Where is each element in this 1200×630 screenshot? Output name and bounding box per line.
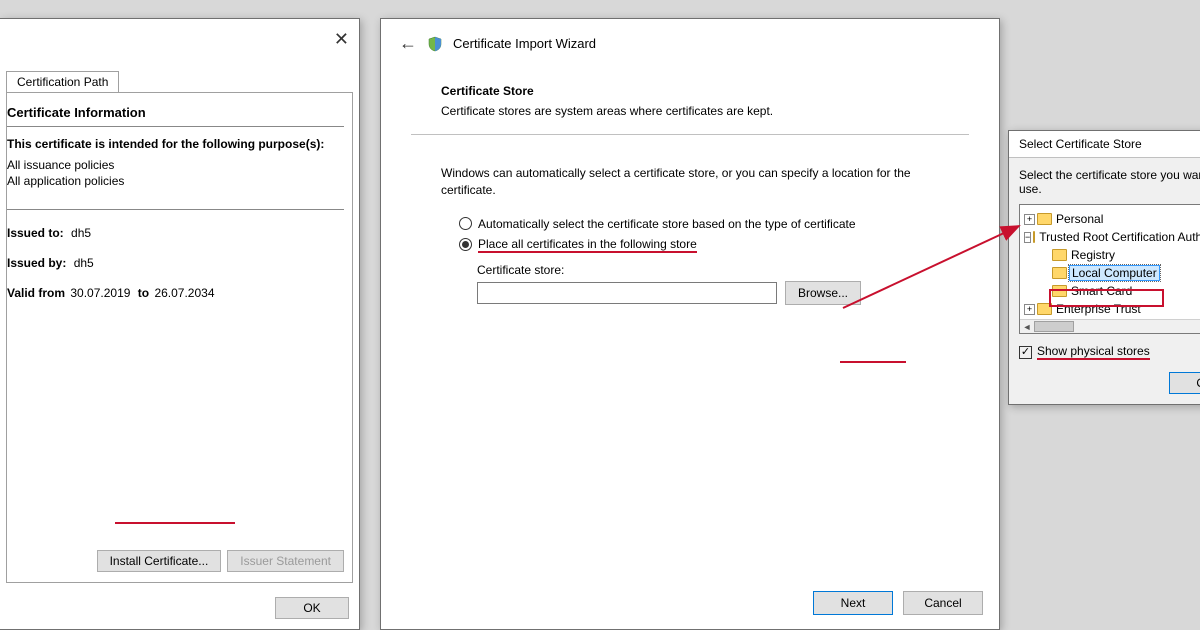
tree-item-local-computer[interactable]: Local Computer [1024, 264, 1200, 282]
certificate-body: Certificate Information This certificate… [6, 93, 353, 583]
purpose-item: All issuance policies [7, 157, 344, 173]
radio-auto-label: Automatically select the certificate sto… [478, 217, 856, 231]
collapse-icon[interactable]: − [1024, 232, 1031, 243]
issuer-statement-button: Issuer Statement [227, 550, 344, 572]
tree-label: Personal [1054, 212, 1105, 226]
issued-by-value: dh5 [74, 256, 94, 270]
tab-certification-path[interactable]: Certification Path [6, 71, 119, 92]
certificate-store-input[interactable] [477, 282, 777, 304]
radio-auto-select[interactable]: Automatically select the certificate sto… [459, 217, 939, 231]
wizard-title: Certificate Import Wizard [453, 36, 596, 51]
valid-from-value: 30.07.2019 [70, 286, 130, 300]
close-icon[interactable]: ✕ [334, 29, 349, 50]
folder-icon [1033, 231, 1035, 243]
tree-label: Local Computer [1069, 265, 1160, 281]
issued-to-row: Issued to: dh5 [7, 226, 344, 240]
issued-to-value: dh5 [71, 226, 91, 240]
store-tree[interactable]: + Personal − Trusted Root Certification … [1019, 204, 1200, 334]
purpose-list: All issuance policies All application po… [7, 157, 344, 189]
certificate-store-label: Certificate store: [477, 263, 939, 277]
tree-item-registry[interactable]: Registry [1024, 246, 1200, 264]
tree-label: Registry [1069, 248, 1117, 262]
valid-to-label: to [138, 286, 149, 300]
certificate-dialog: ✕ Certification Path Certificate Informa… [0, 18, 360, 630]
import-wizard-dialog: ← Certificate Import Wizard Certificate … [380, 18, 1000, 630]
cancel-button[interactable]: Cancel [903, 591, 983, 615]
select-store-dialog: Select Certificate Store Select the cert… [1008, 130, 1200, 405]
purpose-item: All application policies [7, 173, 344, 189]
radio-place-all[interactable]: Place all certificates in the following … [459, 237, 939, 253]
annotation-box [1049, 289, 1164, 307]
certificate-store-heading: Certificate Store [441, 84, 939, 98]
issued-by-label: Issued by: [7, 256, 66, 270]
show-physical-checkbox-row[interactable]: Show physical stores [1019, 344, 1200, 360]
annotation-underline [840, 361, 906, 363]
ok-button[interactable]: OK [1169, 372, 1200, 394]
folder-icon [1052, 267, 1067, 279]
folder-icon [1037, 213, 1052, 225]
validity-row: Valid from 30.07.2019 to 26.07.2034 [7, 286, 344, 300]
select-store-instruction: Select the certificate store you want to… [1019, 168, 1200, 196]
issued-to-label: Issued to: [7, 226, 64, 240]
issued-by-row: Issued by: dh5 [7, 256, 344, 270]
scroll-thumb[interactable] [1034, 321, 1074, 332]
separator [7, 209, 344, 210]
select-store-title: Select Certificate Store [1009, 131, 1200, 158]
store-hint: Windows can automatically select a certi… [441, 165, 939, 199]
expand-icon[interactable]: + [1024, 304, 1035, 315]
tree-item-trusted-root[interactable]: − Trusted Root Certification Authorities [1024, 228, 1200, 246]
tree-label: Trusted Root Certification Authorities [1037, 230, 1200, 244]
radio-icon [459, 238, 472, 251]
back-arrow-icon[interactable]: ← [399, 33, 417, 54]
tab-bar: Certification Path [6, 71, 353, 93]
radio-icon [459, 217, 472, 230]
ok-button[interactable]: OK [275, 597, 349, 619]
browse-button[interactable]: Browse... [785, 281, 861, 305]
next-button[interactable]: Next [813, 591, 893, 615]
purpose-heading: This certificate is intended for the fol… [7, 137, 344, 151]
show-physical-label: Show physical stores [1037, 344, 1150, 360]
install-certificate-button[interactable]: Install Certificate... [97, 550, 222, 572]
annotation-underline [115, 522, 235, 524]
cert-info-heading: Certificate Information [7, 105, 344, 127]
certificate-store-desc: Certificate stores are system areas wher… [441, 104, 939, 118]
horizontal-scrollbar[interactable]: ◄ ► [1020, 319, 1200, 333]
scroll-left-icon[interactable]: ◄ [1020, 320, 1034, 334]
shield-icon [427, 36, 443, 52]
radio-place-label: Place all certificates in the following … [478, 237, 697, 253]
tree-item-personal[interactable]: + Personal [1024, 210, 1200, 228]
checkbox-icon[interactable] [1019, 346, 1032, 359]
valid-to-value: 26.07.2034 [154, 286, 214, 300]
expand-icon[interactable]: + [1024, 214, 1035, 225]
valid-from-label: Valid from [7, 286, 65, 300]
folder-icon [1052, 249, 1067, 261]
separator [411, 134, 969, 135]
